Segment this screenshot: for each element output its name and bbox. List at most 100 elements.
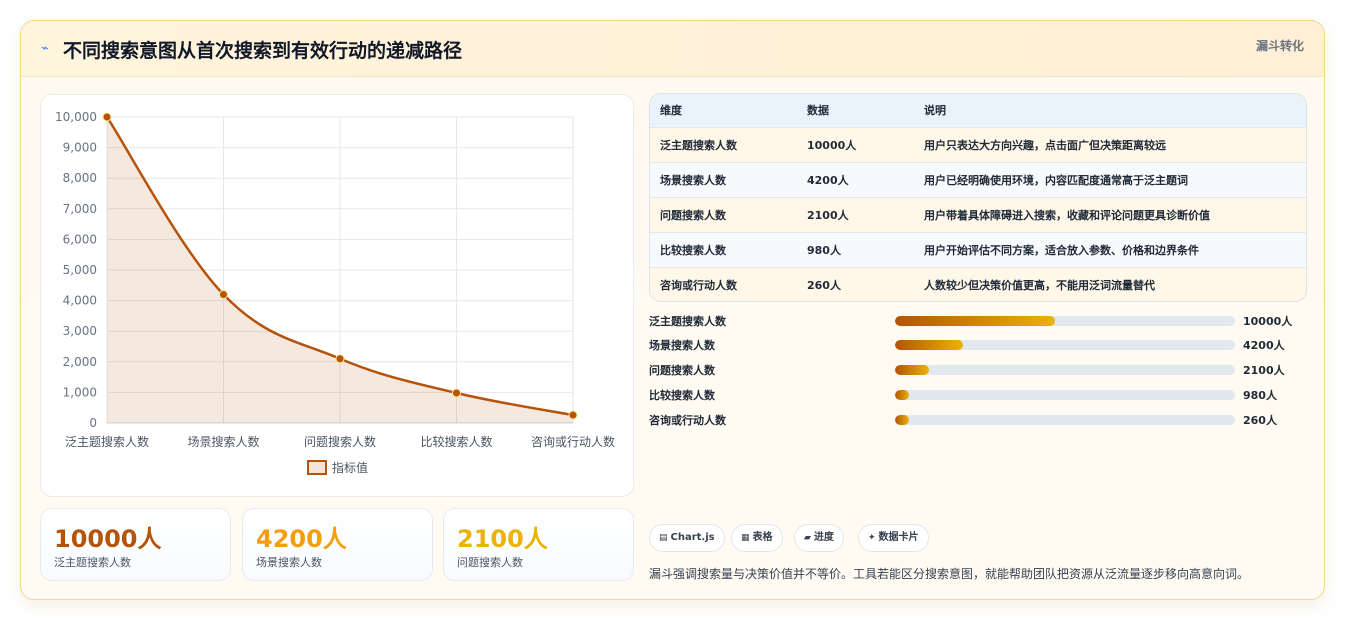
progress-fill: [895, 415, 909, 425]
chart-canvas: 10,000 9,000 8,000 7,000 6,000 5,000 4,000 3,00…: [55, 110, 615, 475]
funnel-card: ⌁ 不同搜索意图从首次搜索到有效行动的递减路径 漏斗转化 10,000 9,000…: [20, 20, 1325, 600]
kpi-value: 2100人: [457, 525, 548, 553]
progress-label: 比较搜索人数: [649, 389, 715, 402]
chip-label: 数据卡片: [878, 532, 919, 543]
data-table: 维度 数据 说明 泛主题搜索人数 10000人 用户只表达大方向兴趣，点击面广但…: [649, 93, 1307, 302]
y-tick-label: 7,000: [63, 202, 97, 216]
x-tick-label: 场景搜索人数: [187, 434, 259, 449]
progress-icon: ▰: [804, 533, 811, 543]
y-tick-label: 9,000: [63, 141, 97, 155]
chip-data-cards[interactable]: ✦ 数据卡片: [858, 524, 929, 552]
progress-fill: [895, 340, 963, 350]
x-tick-label: 问题搜索人数: [304, 434, 376, 449]
progress-fill: [895, 390, 909, 400]
progress-track: [895, 340, 1235, 350]
progress-row: 泛主题搜索人数 10000人: [649, 311, 1307, 331]
column-header: 说明: [924, 104, 946, 118]
table-cell: 980人: [807, 243, 841, 257]
x-tick-label: 比较搜索人数: [420, 434, 492, 449]
column-header: 维度: [660, 104, 682, 118]
kpi-value: 4200人: [256, 525, 347, 553]
table-row: 泛主题搜索人数 10000人 用户只表达大方向兴趣，点击面广但决策距离较远: [650, 127, 1306, 162]
progress-value: 260人: [1243, 414, 1277, 427]
progress-fill: [895, 365, 929, 375]
chip-label: Chart.js: [670, 532, 715, 543]
x-tick-label: 咨询或行动人数: [531, 434, 615, 449]
data-point: [568, 410, 578, 420]
chip-chartjs[interactable]: ▤ Chart.js: [649, 524, 725, 552]
y-tick-label: 3,000: [63, 324, 97, 338]
table-row: 问题搜索人数 2100人 用户带着具体障碍进入搜索，收藏和评论问题更具诊断价值: [650, 197, 1306, 232]
sparkle-icon: ✦: [868, 533, 876, 543]
table-cell: 2100人: [807, 208, 849, 222]
y-tick-label: 6,000: [63, 232, 97, 246]
y-tick-label: 10,000: [55, 110, 97, 124]
progress-row: 场景搜索人数 4200人: [649, 335, 1307, 355]
progress-value: 4200人: [1243, 339, 1285, 352]
kpi-label: 问题搜索人数: [457, 556, 523, 569]
table-cell: 用户已经明确使用环境，内容匹配度通常高于泛主题词: [924, 173, 1188, 187]
line-chart: 10,000 9,000 8,000 7,000 6,000 5,000 4,000 3,00…: [40, 94, 634, 497]
chip-table[interactable]: ▦ 表格: [731, 524, 783, 552]
progress-label: 泛主题搜索人数: [649, 315, 726, 328]
progress-track: [895, 390, 1235, 400]
progress-fill: [895, 316, 1055, 326]
table-cell: 用户带着具体障碍进入搜索，收藏和评论问题更具诊断价值: [924, 208, 1210, 222]
table-header-row: 维度 数据 说明: [650, 94, 1306, 127]
y-tick-label: 4,000: [63, 294, 97, 308]
table-cell: 10000人: [807, 138, 857, 152]
progress-row: 比较搜索人数 980人: [649, 385, 1307, 405]
progress-label: 场景搜索人数: [649, 339, 715, 352]
y-tick-label: 2,000: [63, 355, 97, 369]
chip-label: 进度: [813, 532, 834, 543]
y-tick-label: 1,000: [63, 385, 97, 399]
kpi-card-1: 10000人 泛主题搜索人数: [40, 508, 231, 581]
table-cell: 人数较少但决策价值更高，不能用泛词流量替代: [924, 278, 1155, 292]
progress-value: 2100人: [1243, 364, 1285, 377]
chip-progress[interactable]: ▰ 进度: [794, 524, 844, 552]
footnote: 漏斗强调搜索量与决策价值并不等价。工具若能区分搜索意图，就能帮助团队把资源从泛流…: [649, 567, 1250, 581]
table-cell: 场景搜索人数: [660, 173, 726, 187]
table-cell: 比较搜索人数: [660, 243, 726, 257]
y-tick-label: 8,000: [63, 171, 97, 185]
chip-label: 表格: [752, 532, 773, 543]
category-tag: 漏斗转化: [1255, 39, 1304, 53]
table-cell: 泛主题搜索人数: [660, 138, 737, 152]
table-icon: ▦: [741, 533, 750, 543]
progress-row: 问题搜索人数 2100人: [649, 360, 1307, 380]
progress-value: 980人: [1243, 389, 1277, 402]
legend-label: 指标值: [332, 460, 368, 475]
table-row: 场景搜索人数 4200人 用户已经明确使用环境，内容匹配度通常高于泛主题词: [650, 162, 1306, 197]
table-cell: 咨询或行动人数: [660, 278, 737, 292]
table-cell: 用户只表达大方向兴趣，点击面广但决策距离较远: [924, 138, 1166, 152]
progress-track: [895, 316, 1235, 326]
progress-value: 10000人: [1243, 315, 1293, 328]
legend-swatch: [307, 460, 327, 475]
kpi-card-3: 2100人 问题搜索人数: [443, 508, 634, 581]
y-tick-label: 0: [89, 416, 97, 430]
page-title: 不同搜索意图从首次搜索到有效行动的递减路径: [63, 40, 463, 62]
progress-track: [895, 365, 1235, 375]
chart-icon: ▤: [659, 533, 668, 543]
progress-label: 问题搜索人数: [649, 364, 715, 377]
table-cell: 260人: [807, 278, 841, 292]
card-header: ⌁ 不同搜索意图从首次搜索到有效行动的递减路径 漏斗转化: [21, 21, 1324, 77]
column-header: 数据: [807, 104, 829, 118]
progress-label: 咨询或行动人数: [649, 414, 726, 427]
data-point: [452, 388, 461, 398]
table-cell: 用户开始评估不同方案，适合放入参数、价格和边界条件: [924, 243, 1199, 257]
y-tick-label: 5,000: [63, 263, 97, 277]
kpi-card-2: 4200人 场景搜索人数: [242, 508, 433, 581]
x-tick-label: 泛主题搜索人数: [65, 434, 149, 449]
kpi-label: 泛主题搜索人数: [54, 556, 131, 569]
spark-icon: ⌁: [41, 41, 49, 56]
kpi-value: 10000人: [54, 525, 162, 553]
table-row: 比较搜索人数 980人 用户开始评估不同方案，适合放入参数、价格和边界条件: [650, 232, 1306, 267]
data-point: [219, 289, 228, 299]
kpi-label: 场景搜索人数: [256, 556, 322, 569]
table-row: 咨询或行动人数 260人 人数较少但决策价值更高，不能用泛词流量替代: [650, 267, 1306, 301]
progress-track: [895, 415, 1235, 425]
progress-row: 咨询或行动人数 260人: [649, 410, 1307, 430]
data-point: [102, 112, 112, 122]
data-point: [335, 354, 345, 364]
